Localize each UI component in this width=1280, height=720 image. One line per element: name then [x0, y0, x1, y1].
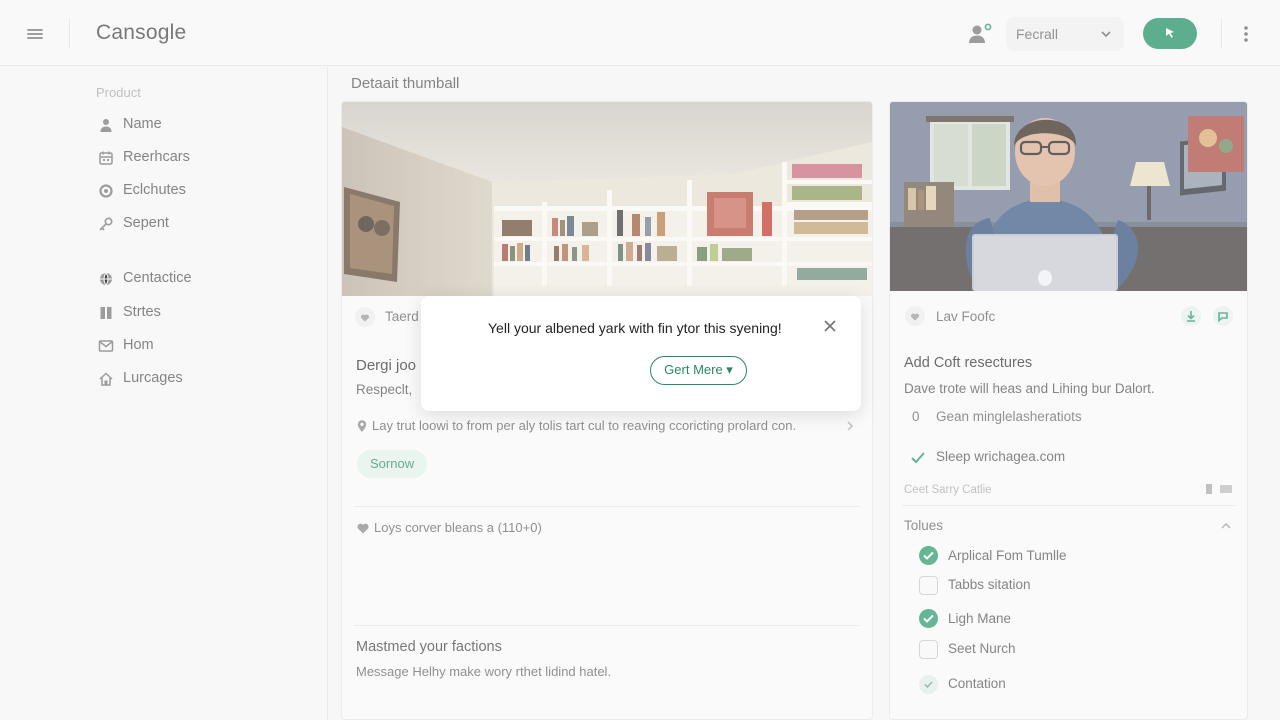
close-icon[interactable] — [823, 319, 837, 333]
get-more-button[interactable]: Gert Mere ▾ — [650, 356, 747, 385]
notification-dialog: Yell your albened yark with fin ytor thi… — [421, 296, 861, 411]
dialog-message: Yell your albened yark with fin ytor thi… — [488, 320, 782, 336]
